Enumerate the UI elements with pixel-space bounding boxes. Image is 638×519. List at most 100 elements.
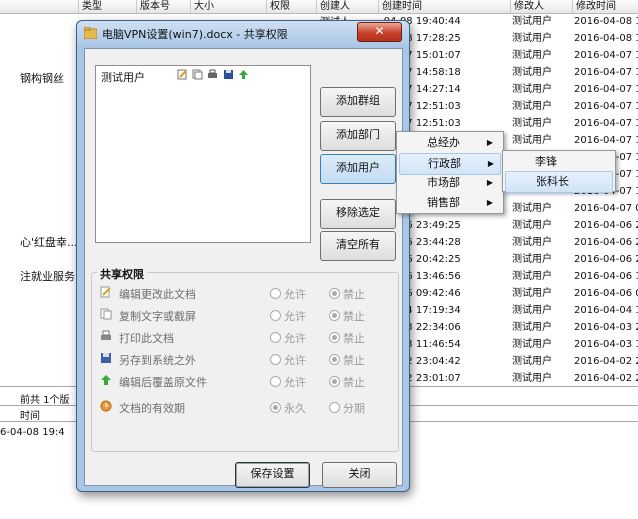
editor-cell: 测试用户 (512, 67, 552, 78)
save-settings-button[interactable]: 保存设置 (235, 462, 310, 488)
permission-label: 编辑后覆盖原文件 (119, 376, 207, 389)
editor-cell: 测试用户 (512, 135, 552, 146)
column-header-permission[interactable]: 权限 (266, 0, 316, 13)
radio-allow-label: 允许 (284, 288, 306, 301)
radio-deny-label: 禁止 (343, 288, 365, 301)
radio-deny[interactable] (329, 402, 340, 413)
menu-item-department[interactable]: 销售部 ▶ (399, 193, 499, 213)
editor-cell: 测试用户 (512, 84, 552, 95)
editor-cell: 测试用户 (512, 288, 552, 299)
modify-time-cell: 2016-04-06 23 (574, 237, 638, 248)
copy-icon (100, 308, 112, 320)
permission-row: 另存到系统之外 允许 禁止 (92, 350, 398, 368)
radio-allow[interactable] (270, 402, 281, 413)
user-permission-icons (177, 69, 250, 81)
add-group-button[interactable]: 添加群组 (320, 87, 396, 117)
version-time-header: 时间 (20, 411, 40, 422)
menu-item-department[interactable]: 市场部 ▶ (399, 173, 499, 193)
add-department-button[interactable]: 添加部门 (320, 121, 396, 151)
modify-time-cell: 2016-04-07 12 (574, 118, 638, 129)
radio-allow-label: 允许 (284, 310, 306, 323)
radio-allow[interactable] (270, 376, 281, 387)
menu-item-department[interactable]: 行政部 ▶ (399, 153, 501, 175)
menu-item-department[interactable]: 总经办 ▶ (399, 133, 499, 153)
column-header-create-time[interactable]: 创建时间 (378, 0, 510, 13)
radio-allow-label: 永久 (284, 402, 306, 415)
menu-item-user[interactable]: 张科长 (505, 171, 613, 193)
column-header-version[interactable]: 版本号 (136, 0, 190, 13)
version-time-value: 6-04-08 19:4 (0, 427, 65, 438)
editor-cell: 测试用户 (512, 118, 552, 129)
print-icon (100, 330, 112, 342)
editor-cell: 测试用户 (512, 33, 552, 44)
modify-time-cell: 2016-04-08 19 (574, 16, 638, 27)
editor-cell: 测试用户 (512, 356, 552, 367)
menu-item-user[interactable]: 李锋 (505, 152, 611, 172)
radio-allow-label: 允许 (284, 354, 306, 367)
upload-icon (100, 374, 112, 386)
user-submenu: 李锋张科长 (502, 150, 616, 193)
column-header-size[interactable]: 大小 (190, 0, 266, 13)
menu-item-label: 张科长 (536, 175, 569, 188)
save-icon (223, 69, 234, 80)
add-user-button[interactable]: 添加用户 (320, 154, 396, 184)
editor-cell: 测试用户 (512, 373, 552, 384)
modify-time-cell: 2016-04-07 09 (574, 203, 638, 214)
radio-deny[interactable] (329, 376, 340, 387)
permission-label: 编辑更改此文档 (119, 288, 196, 301)
remove-selected-button[interactable]: 移除选定 (320, 199, 396, 229)
radio-allow-label: 允许 (284, 332, 306, 345)
file-list-header: 类型 版本号 大小 权限 创建人 创建时间 修改人 修改时间 (0, 0, 638, 14)
modify-time-cell: 2016-04-07 12 (574, 101, 638, 112)
share-permission-group-title: 共享权限 (97, 266, 147, 282)
close-button[interactable]: 关闭 (322, 462, 397, 488)
share-permission-group: 共享权限 编辑更改此文档 允许 禁止 复制文字或截屏 允许 禁止 打印此文档 允许 禁止 另存到系… (91, 266, 399, 452)
modify-time-cell: 2016-04-07 15 (574, 50, 638, 61)
clear-all-button[interactable]: 清空所有 (320, 231, 396, 261)
column-header-type[interactable]: 类型 (78, 0, 137, 13)
editor-cell: 测试用户 (512, 305, 552, 316)
permission-label: 打印此文档 (119, 332, 174, 345)
column-header-modify-time[interactable]: 修改时间 (572, 0, 638, 13)
version-count-text: 前共 1个版 (20, 395, 70, 406)
submenu-arrow-icon: ▶ (486, 198, 493, 207)
editor-cell: 测试用户 (512, 220, 552, 231)
modify-time-cell: 2016-04-07 14 (574, 84, 638, 95)
list-item-user[interactable]: 测试用户 (101, 69, 145, 85)
dialog-title: 电脑VPN设置(win7).docx - 共享权限 (102, 28, 288, 41)
radio-deny[interactable] (329, 332, 340, 343)
radio-deny-label: 禁止 (343, 354, 365, 367)
dialog-titlebar[interactable]: 电脑VPN设置(win7).docx - 共享权限 ✕ (77, 21, 409, 47)
row-filename-snippet: 钢构钢丝 (20, 72, 64, 85)
editor-cell: 测试用户 (512, 254, 552, 265)
editor-cell: 测试用户 (512, 322, 552, 333)
radio-allow[interactable] (270, 332, 281, 343)
radio-deny-label: 禁止 (343, 376, 365, 389)
column-header-creator[interactable]: 创建人 (316, 0, 378, 13)
modify-time-cell: 2016-04-06 20 (574, 254, 638, 265)
close-window-button[interactable]: ✕ (357, 22, 402, 42)
editor-cell: 测试用户 (512, 271, 552, 282)
modify-time-cell: 2016-04-08 17 (574, 33, 638, 44)
radio-deny[interactable] (329, 354, 340, 365)
radio-allow[interactable] (270, 310, 281, 321)
menu-item-label: 总经办 (427, 136, 460, 149)
radio-deny[interactable] (329, 310, 340, 321)
modify-time-cell: 2016-04-07 12 (574, 135, 638, 146)
modify-time-cell: 2016-04-06 13 (574, 271, 638, 282)
radio-allow[interactable] (270, 288, 281, 299)
radio-deny[interactable] (329, 288, 340, 299)
permission-label: 复制文字或截屏 (119, 310, 196, 323)
modify-time-cell: 2016-04-02 23 (574, 356, 638, 367)
shared-users-listbox[interactable]: 测试用户 (95, 65, 311, 243)
edit-icon (177, 69, 188, 80)
menu-item-label: 市场部 (427, 176, 460, 189)
radio-deny-label: 分期 (343, 402, 365, 415)
dialog-client-area: 测试用户 添加群组 添加部门 添加用户 移除选定 清空所有 共享权限 编辑更改此… (84, 48, 403, 488)
save-icon (100, 352, 112, 364)
column-header-editor[interactable]: 修改人 (510, 0, 572, 13)
radio-allow[interactable] (270, 354, 281, 365)
folder-icon (84, 27, 97, 39)
modify-time-cell: 2016-04-07 14 (574, 67, 638, 78)
radio-deny-label: 禁止 (343, 332, 365, 345)
